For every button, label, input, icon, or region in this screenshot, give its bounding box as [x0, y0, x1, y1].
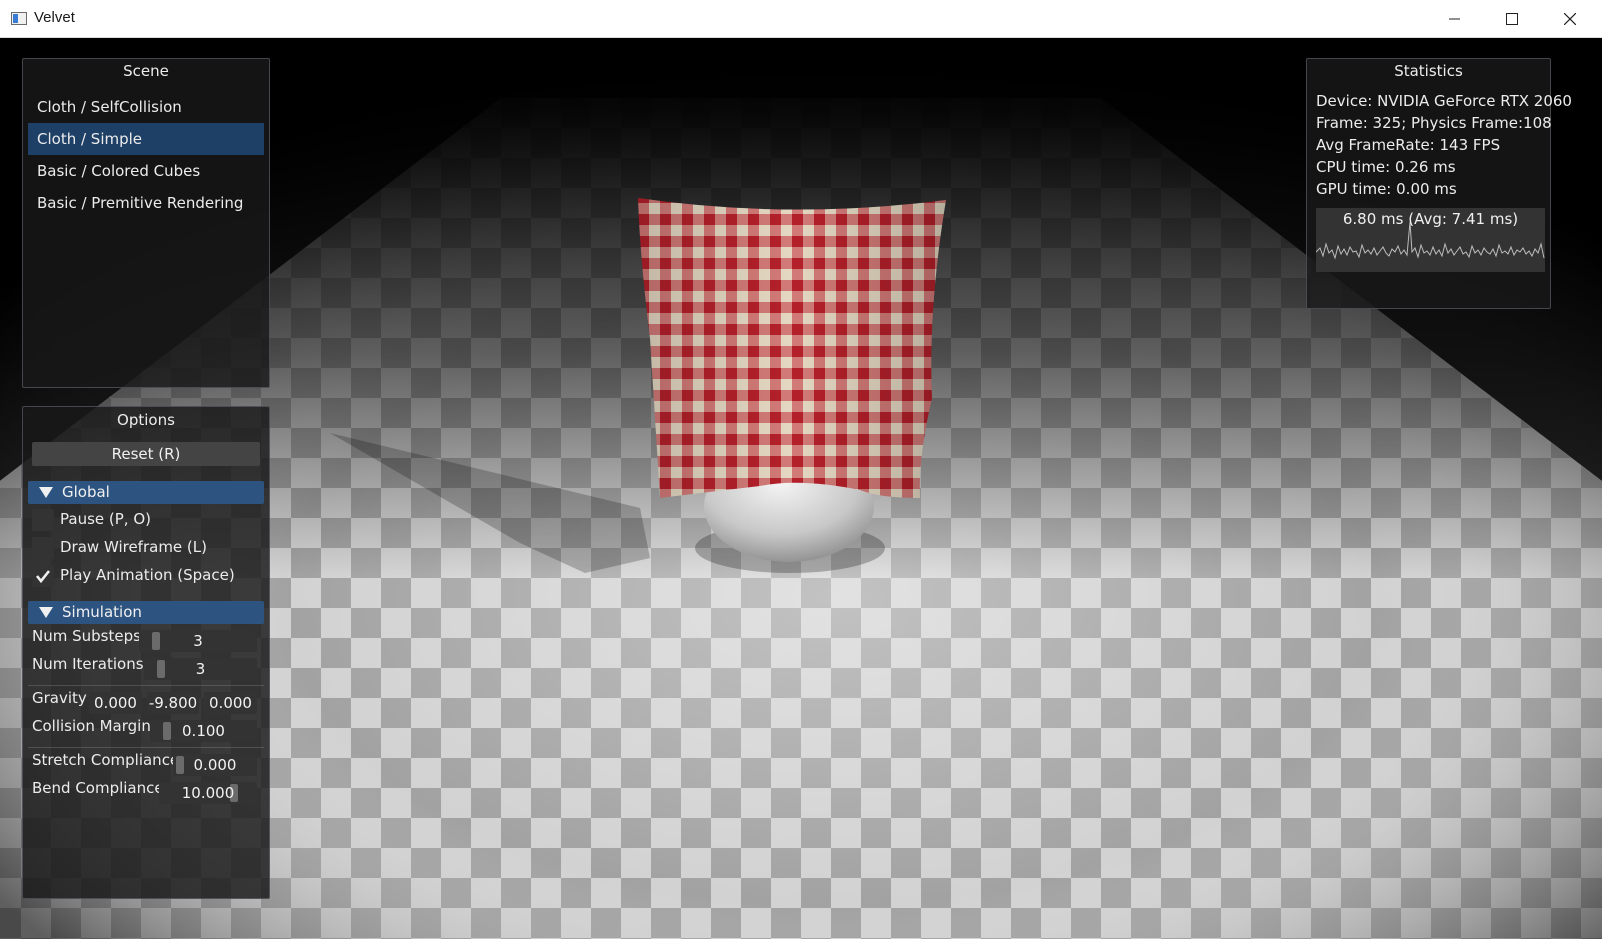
minimize-button[interactable]	[1432, 0, 1478, 37]
scene-item-cloth-selfcollision[interactable]: Cloth / SelfCollision	[28, 91, 264, 123]
collapse-triangle-icon	[39, 487, 53, 498]
framerate-stat: Avg FrameRate: 143 FPS	[1316, 136, 1501, 154]
reset-button[interactable]: Reset (R)	[32, 442, 260, 466]
options-panel: Options Reset (R) Global Pause (P, O) Dr…	[22, 406, 270, 899]
gpu-time-stat: GPU time: 0.00 ms	[1316, 180, 1457, 198]
scene-item-cloth-simple[interactable]: Cloth / Simple	[28, 123, 264, 155]
num-iterations-value: 3	[195, 660, 206, 678]
gravity-y-field[interactable]: -9.800	[147, 692, 199, 714]
num-substeps-slider[interactable]: 3	[139, 630, 257, 652]
simulation-section-label: Simulation	[62, 603, 142, 621]
collision-margin-slider[interactable]: 0.100	[150, 720, 257, 742]
window-title: Velvet	[34, 9, 75, 26]
scene-list: Cloth / SelfCollision Cloth / Simple Bas…	[23, 91, 269, 219]
options-panel-title: Options	[117, 411, 175, 429]
gravity-row: Gravity 0.000 -9.800 0.000	[23, 689, 269, 717]
num-iterations-row: Num Iterations 3	[23, 655, 269, 683]
pause-checkbox-row[interactable]: Pause (P, O)	[32, 506, 269, 534]
bend-compliance-value: 10.000	[181, 784, 235, 802]
checkmark-icon	[35, 570, 51, 584]
num-substeps-value: 3	[193, 632, 203, 650]
slider-grab-handle[interactable]	[152, 632, 160, 650]
collision-margin-label: Collision Margin	[32, 717, 151, 735]
gravity-y-value: -9.800	[148, 694, 198, 712]
scene-panel-title: Scene	[123, 62, 169, 80]
stretch-compliance-row: Stretch Compliance 0.000	[23, 751, 269, 779]
maximize-icon	[1506, 12, 1518, 25]
stretch-compliance-value: 0.000	[193, 756, 237, 774]
collision-margin-value: 0.100	[182, 722, 225, 740]
statistics-panel-title: Statistics	[1394, 62, 1463, 80]
frame-stat: Frame: 325; Physics Frame:108	[1316, 114, 1552, 132]
scene-item-basic-colored-cubes[interactable]: Basic / Colored Cubes	[28, 155, 264, 187]
slider-grab-handle[interactable]	[176, 756, 184, 774]
gravity-z-value: 0.000	[209, 694, 252, 712]
stretch-compliance-label: Stretch Compliance	[32, 751, 180, 769]
close-icon	[1564, 12, 1576, 25]
draw-wireframe-label: Draw Wireframe (L)	[60, 538, 207, 556]
bend-compliance-slider[interactable]: 10.000	[159, 782, 257, 804]
frame-time-plot-label: 6.80 ms (Avg: 7.41 ms)	[1342, 210, 1519, 228]
num-substeps-label: Num Substeps	[32, 627, 141, 645]
scene-panel: Scene Cloth / SelfCollision Cloth / Simp…	[22, 58, 270, 388]
frame-time-plot[interactable]: 6.80 ms (Avg: 7.41 ms)	[1316, 208, 1545, 272]
window-title-bar: Velvet	[0, 0, 1602, 38]
separator	[28, 685, 264, 686]
scene-item-basic-premitive-rendering[interactable]: Basic / Premitive Rendering	[28, 187, 264, 219]
device-stat: Device: NVIDIA GeForce RTX 2060	[1316, 92, 1572, 110]
num-iterations-slider[interactable]: 3	[144, 658, 257, 680]
stats-lines: Device: NVIDIA GeForce RTX 2060 Frame: 3…	[1307, 90, 1572, 200]
collision-margin-row: Collision Margin 0.100	[23, 717, 269, 745]
play-animation-checkbox-row[interactable]: Play Animation (Space)	[32, 562, 269, 590]
pause-checkbox[interactable]	[32, 509, 54, 531]
bend-compliance-label: Bend Compliance	[32, 779, 164, 797]
app-icon	[11, 12, 27, 25]
draw-wireframe-checkbox-row[interactable]: Draw Wireframe (L)	[32, 534, 269, 562]
num-iterations-label: Num Iterations	[32, 655, 144, 673]
global-section-label: Global	[62, 483, 110, 501]
simulation-section-header[interactable]: Simulation	[28, 601, 264, 624]
separator	[28, 747, 264, 748]
statistics-panel: Statistics Device: NVIDIA GeForce RTX 20…	[1306, 58, 1572, 309]
draw-wireframe-checkbox[interactable]	[32, 537, 54, 559]
pause-label: Pause (P, O)	[60, 510, 151, 528]
bend-compliance-row: Bend Compliance 10.000	[23, 779, 269, 807]
gravity-label: Gravity	[32, 689, 87, 707]
cpu-time-stat: CPU time: 0.26 ms	[1316, 158, 1456, 176]
global-section-header[interactable]: Global	[28, 481, 264, 504]
gravity-x-field[interactable]: 0.000	[89, 692, 142, 714]
minimize-icon	[1449, 18, 1460, 19]
render-viewport[interactable]: Scene Cloth / SelfCollision Cloth / Simp…	[0, 38, 1602, 939]
maximize-button[interactable]	[1489, 0, 1535, 37]
slider-grab-handle[interactable]	[163, 722, 171, 740]
close-button[interactable]	[1547, 0, 1593, 37]
gravity-x-value: 0.000	[94, 694, 137, 712]
play-animation-label: Play Animation (Space)	[60, 566, 235, 584]
gravity-z-field[interactable]: 0.000	[204, 692, 257, 714]
slider-grab-handle[interactable]	[157, 660, 165, 678]
stretch-compliance-slider[interactable]: 0.000	[173, 754, 257, 776]
collapse-triangle-icon	[39, 607, 53, 618]
play-animation-checkbox[interactable]	[32, 565, 54, 587]
num-substeps-row: Num Substeps 3	[23, 627, 269, 655]
